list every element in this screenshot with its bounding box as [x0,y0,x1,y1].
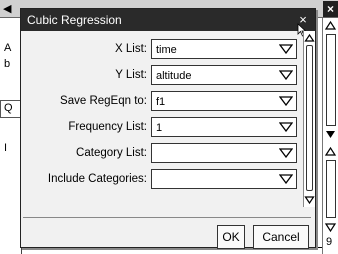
scroll-up-icon[interactable] [324,20,337,31]
y-list-select[interactable]: altitude [151,65,297,85]
scroll-down-icon[interactable] [304,195,315,205]
y-list-value: altitude [156,70,192,82]
background-left-column: A b Q I [0,18,22,254]
frequency-list-value: 1 [156,122,163,134]
scroll-down-icon[interactable] [324,222,337,233]
dialog-titlebar[interactable]: Cubic Regression × [21,9,315,37]
save-regeqn-label: Save RegEqn to: [60,95,147,107]
save-regeqn-select[interactable]: f1 [151,91,297,111]
field-row-y-list: Y List: altitude [21,65,303,86]
tab-left-arrow-icon[interactable]: ◀ [3,2,11,16]
ok-button[interactable]: OK [217,225,245,249]
chevron-down-icon[interactable] [279,122,293,132]
scroll-thumb[interactable] [326,160,336,218]
include-categories-select[interactable] [151,169,297,189]
background-letter: A [4,42,12,54]
save-regeqn-value: f1 [156,96,166,108]
cancel-button[interactable]: Cancel [253,225,309,249]
dialog-scrollbar[interactable] [303,31,315,207]
field-row-category-list: Category List: [21,143,303,164]
field-row-frequency-list: Frequency List: 1 [21,117,303,138]
x-list-value: time [156,44,177,56]
dialog-form: X List: time Y List: altitude Save RegEq… [21,31,315,249]
include-categories-label: Include Categories: [47,173,147,185]
chevron-down-icon[interactable] [279,174,293,184]
scroll-up-icon[interactable] [304,33,315,43]
field-row-x-list: X List: time [21,39,303,60]
field-row-save-regeqn: Save RegEqn to: f1 [21,91,303,112]
background-close-icon[interactable]: × [323,1,338,17]
scroll-up-icon[interactable] [324,146,337,157]
background-number: 9 [326,236,333,248]
category-list-label: Category List: [76,147,147,159]
background-letter: b [4,58,11,70]
background-letter: I [4,142,8,154]
dialog-separator [23,217,311,218]
frequency-list-select[interactable]: 1 [151,117,297,137]
x-list-label: X List: [115,43,147,55]
chevron-down-icon[interactable] [279,148,293,158]
scroll-thumb[interactable] [326,34,336,126]
category-list-select[interactable] [151,143,297,163]
scroll-down-icon[interactable] [324,129,337,140]
field-row-include-categories: Include Categories: [21,169,303,190]
background-letter: Q [4,102,13,114]
chevron-down-icon[interactable] [279,96,293,106]
cubic-regression-dialog: Cubic Regression × X List: time Y List: … [20,8,316,249]
scroll-thumb[interactable] [306,45,313,191]
background-right-scrollbar[interactable]: 9 [322,18,338,254]
frequency-list-label: Frequency List: [68,121,147,133]
chevron-down-icon[interactable] [279,70,293,80]
dialog-title: Cubic Regression [27,13,122,27]
x-list-select[interactable]: time [151,39,297,59]
chevron-down-icon[interactable] [279,44,293,54]
y-list-label: Y List: [115,69,147,81]
